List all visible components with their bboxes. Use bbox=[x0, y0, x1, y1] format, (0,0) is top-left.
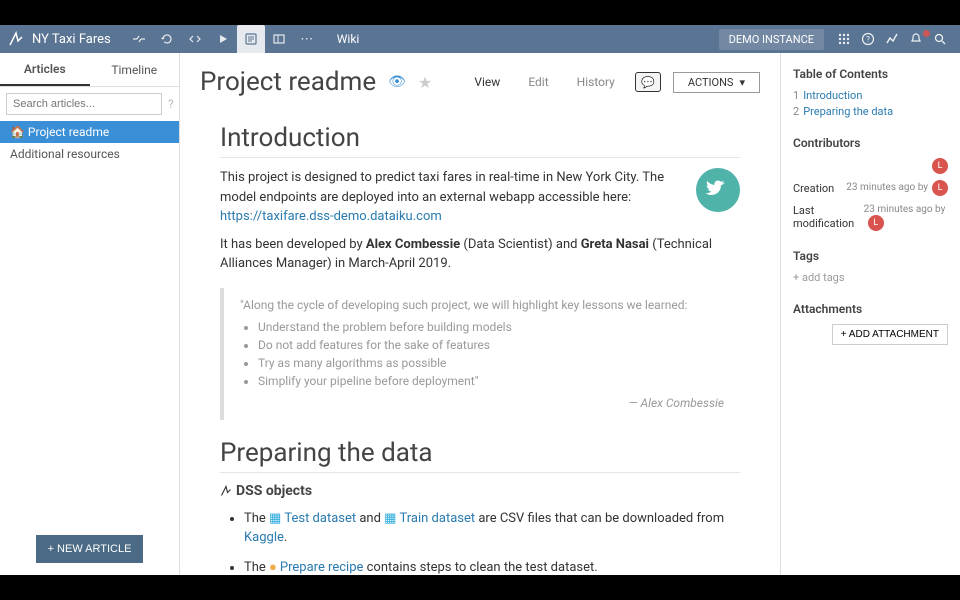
article-item-resources[interactable]: Additional resources bbox=[0, 143, 179, 165]
avatar[interactable]: L bbox=[868, 215, 884, 231]
page-title: Project readme bbox=[200, 67, 376, 97]
refresh-icon[interactable] bbox=[153, 25, 181, 53]
project-logo-icon bbox=[696, 168, 740, 212]
actions-button[interactable]: ACTIONS ▾ bbox=[673, 72, 760, 93]
search-input[interactable] bbox=[6, 93, 162, 115]
flow-icon[interactable] bbox=[125, 25, 153, 53]
toc-link-intro[interactable]: Introduction bbox=[803, 89, 862, 102]
contributors-heading: Contributors bbox=[793, 136, 948, 150]
notifications-icon[interactable] bbox=[904, 32, 928, 46]
add-attachment-button[interactable]: + ADD ATTACHMENT bbox=[832, 324, 948, 345]
heading-preparing: Preparing the data bbox=[220, 438, 740, 473]
tab-timeline[interactable]: Timeline bbox=[90, 53, 180, 86]
top-nav: NY Taxi Fares ⋯ Wiki DEMO INSTANCE ? bbox=[0, 25, 960, 53]
link-webapp[interactable]: https://taxifare.dss-demo.dataiku.com bbox=[220, 209, 442, 224]
link-kaggle[interactable]: Kaggle bbox=[244, 530, 284, 545]
toc-heading: Table of Contents bbox=[793, 67, 948, 81]
article-body: Introduction This project is designed to… bbox=[180, 105, 780, 575]
letterbox-bottom bbox=[0, 575, 960, 600]
star-icon[interactable]: ★ bbox=[418, 73, 432, 92]
new-article-button[interactable]: + NEW ARTICLE bbox=[36, 535, 144, 563]
project-name[interactable]: NY Taxi Fares bbox=[32, 32, 111, 47]
panel-icon[interactable] bbox=[265, 25, 293, 53]
toc-link-prep[interactable]: Preparing the data bbox=[803, 105, 893, 118]
attachments-heading: Attachments bbox=[793, 302, 948, 316]
tab-history[interactable]: History bbox=[569, 75, 623, 89]
blockquote: "Along the cycle of developing such proj… bbox=[220, 288, 740, 420]
right-panel: Table of Contents 1Introduction 2Prepari… bbox=[780, 53, 960, 575]
more-icon[interactable]: ⋯ bbox=[293, 25, 321, 53]
letterbox-top bbox=[0, 0, 960, 25]
activity-icon[interactable] bbox=[880, 32, 904, 46]
code-icon[interactable] bbox=[181, 25, 209, 53]
search-icon[interactable] bbox=[928, 32, 952, 46]
search-help-icon[interactable]: ? bbox=[168, 97, 174, 111]
help-icon[interactable]: ? bbox=[856, 32, 880, 46]
apps-icon[interactable] bbox=[832, 32, 856, 46]
tab-edit[interactable]: Edit bbox=[520, 75, 556, 89]
tab-view[interactable]: View bbox=[466, 75, 508, 89]
avatar[interactable]: L bbox=[932, 180, 948, 196]
discussion-icon[interactable]: 💬 bbox=[635, 72, 661, 92]
section-label: Wiki bbox=[337, 32, 360, 46]
heading-introduction: Introduction bbox=[220, 123, 740, 158]
tags-heading: Tags bbox=[793, 249, 948, 263]
tab-articles[interactable]: Articles bbox=[0, 53, 90, 86]
article-item-readme[interactable]: 🏠 Project readme bbox=[0, 121, 179, 143]
sidebar: Articles Timeline ? 🏠 Project readme Add… bbox=[0, 53, 180, 575]
app-logo-icon bbox=[8, 31, 24, 47]
link-prepare-recipe[interactable]: Prepare recipe bbox=[280, 558, 364, 576]
link-test-dataset[interactable]: Test dataset bbox=[284, 509, 356, 529]
add-tags-button[interactable]: + add tags bbox=[793, 271, 948, 284]
play-icon[interactable] bbox=[209, 25, 237, 53]
link-train-dataset[interactable]: Train dataset bbox=[399, 509, 475, 529]
demo-badge: DEMO INSTANCE bbox=[719, 29, 824, 50]
svg-text:?: ? bbox=[866, 35, 870, 44]
avatar[interactable]: L bbox=[932, 158, 948, 174]
subheading-dss: DSS objects bbox=[220, 483, 740, 499]
wiki-icon[interactable] bbox=[237, 25, 265, 53]
watch-icon[interactable]: 👁 bbox=[388, 74, 406, 90]
